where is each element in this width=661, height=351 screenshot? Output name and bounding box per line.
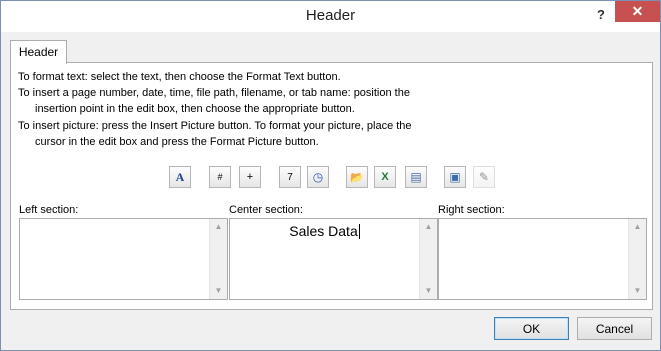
tab-header[interactable]: Header: [10, 40, 67, 64]
left-section-scrollbar[interactable]: ▲ ▼: [209, 219, 227, 299]
insert-number-of-pages-icon: +: [246, 171, 254, 183]
insert-sheet-name-button[interactable]: ▤: [405, 166, 427, 188]
insert-sheet-name-icon: ▤: [410, 170, 422, 184]
insert-number-of-pages-button[interactable]: +: [239, 166, 261, 188]
format-picture-icon: ✎: [478, 170, 490, 184]
insert-file-path-button[interactable]: 📂: [346, 166, 368, 188]
insert-picture-icon: ▣: [449, 170, 461, 184]
right-section-scrollbar[interactable]: ▲ ▼: [628, 219, 646, 299]
center-section-label: Center section:: [229, 204, 303, 216]
insert-date-icon: 7: [287, 171, 293, 183]
dialog-title: Header: [305, 7, 356, 24]
format-text-button[interactable]: A: [169, 166, 191, 188]
insert-page-number-icon: #: [217, 172, 223, 182]
toolbar: A # + 7 ◷ 📂 X ▤ ▣ ✎: [11, 166, 652, 190]
center-section-content: Sales Data: [234, 223, 415, 239]
insert-file-name-button[interactable]: X: [374, 166, 396, 188]
left-section-label: Left section:: [19, 204, 79, 216]
center-section-text: Sales Data: [289, 223, 358, 239]
scroll-up-icon[interactable]: ▲: [210, 219, 227, 235]
right-section-box[interactable]: ▲ ▼: [438, 218, 647, 300]
insert-time-button[interactable]: ◷: [307, 166, 329, 188]
scroll-down-icon[interactable]: ▼: [210, 283, 227, 299]
tab-panel: To format text: select the text, then ch…: [10, 62, 653, 310]
header-dialog: Header ? ✕ Header To format text: select…: [0, 0, 661, 351]
insert-date-button[interactable]: 7: [279, 166, 301, 188]
scroll-up-icon[interactable]: ▲: [629, 219, 646, 235]
ok-button[interactable]: OK: [494, 317, 569, 340]
insert-time-icon: ◷: [312, 170, 324, 184]
center-section-scrollbar[interactable]: ▲ ▼: [419, 219, 437, 299]
insert-file-name-icon: X: [381, 171, 389, 183]
instruction-line-2: To insert a page number, date, time, fil…: [18, 87, 410, 99]
help-button[interactable]: ?: [591, 7, 611, 22]
right-section-label: Right section:: [438, 204, 505, 216]
scroll-up-icon[interactable]: ▲: [420, 219, 437, 235]
format-text-icon: A: [175, 169, 185, 184]
scroll-down-icon[interactable]: ▼: [629, 283, 646, 299]
cancel-button[interactable]: Cancel: [577, 317, 652, 340]
instruction-line-4: To insert picture: press the Insert Pict…: [18, 120, 412, 132]
instruction-line-1: To format text: select the text, then ch…: [18, 71, 341, 83]
scroll-down-icon[interactable]: ▼: [420, 283, 437, 299]
insert-file-path-icon: 📂: [350, 171, 364, 184]
instruction-line-5: cursor in the edit box and press the For…: [35, 136, 319, 148]
insert-picture-button[interactable]: ▣: [444, 166, 466, 188]
close-button[interactable]: ✕: [615, 1, 660, 22]
insert-page-number-button[interactable]: #: [209, 166, 231, 188]
text-cursor: [358, 224, 360, 239]
center-section-box[interactable]: Sales Data ▲ ▼: [229, 218, 438, 300]
instruction-line-3: insertion point in the edit box, then ch…: [35, 103, 355, 115]
left-section-box[interactable]: ▲ ▼: [19, 218, 228, 300]
title-bar: Header ? ✕: [1, 1, 660, 32]
format-picture-button[interactable]: ✎: [473, 166, 495, 188]
